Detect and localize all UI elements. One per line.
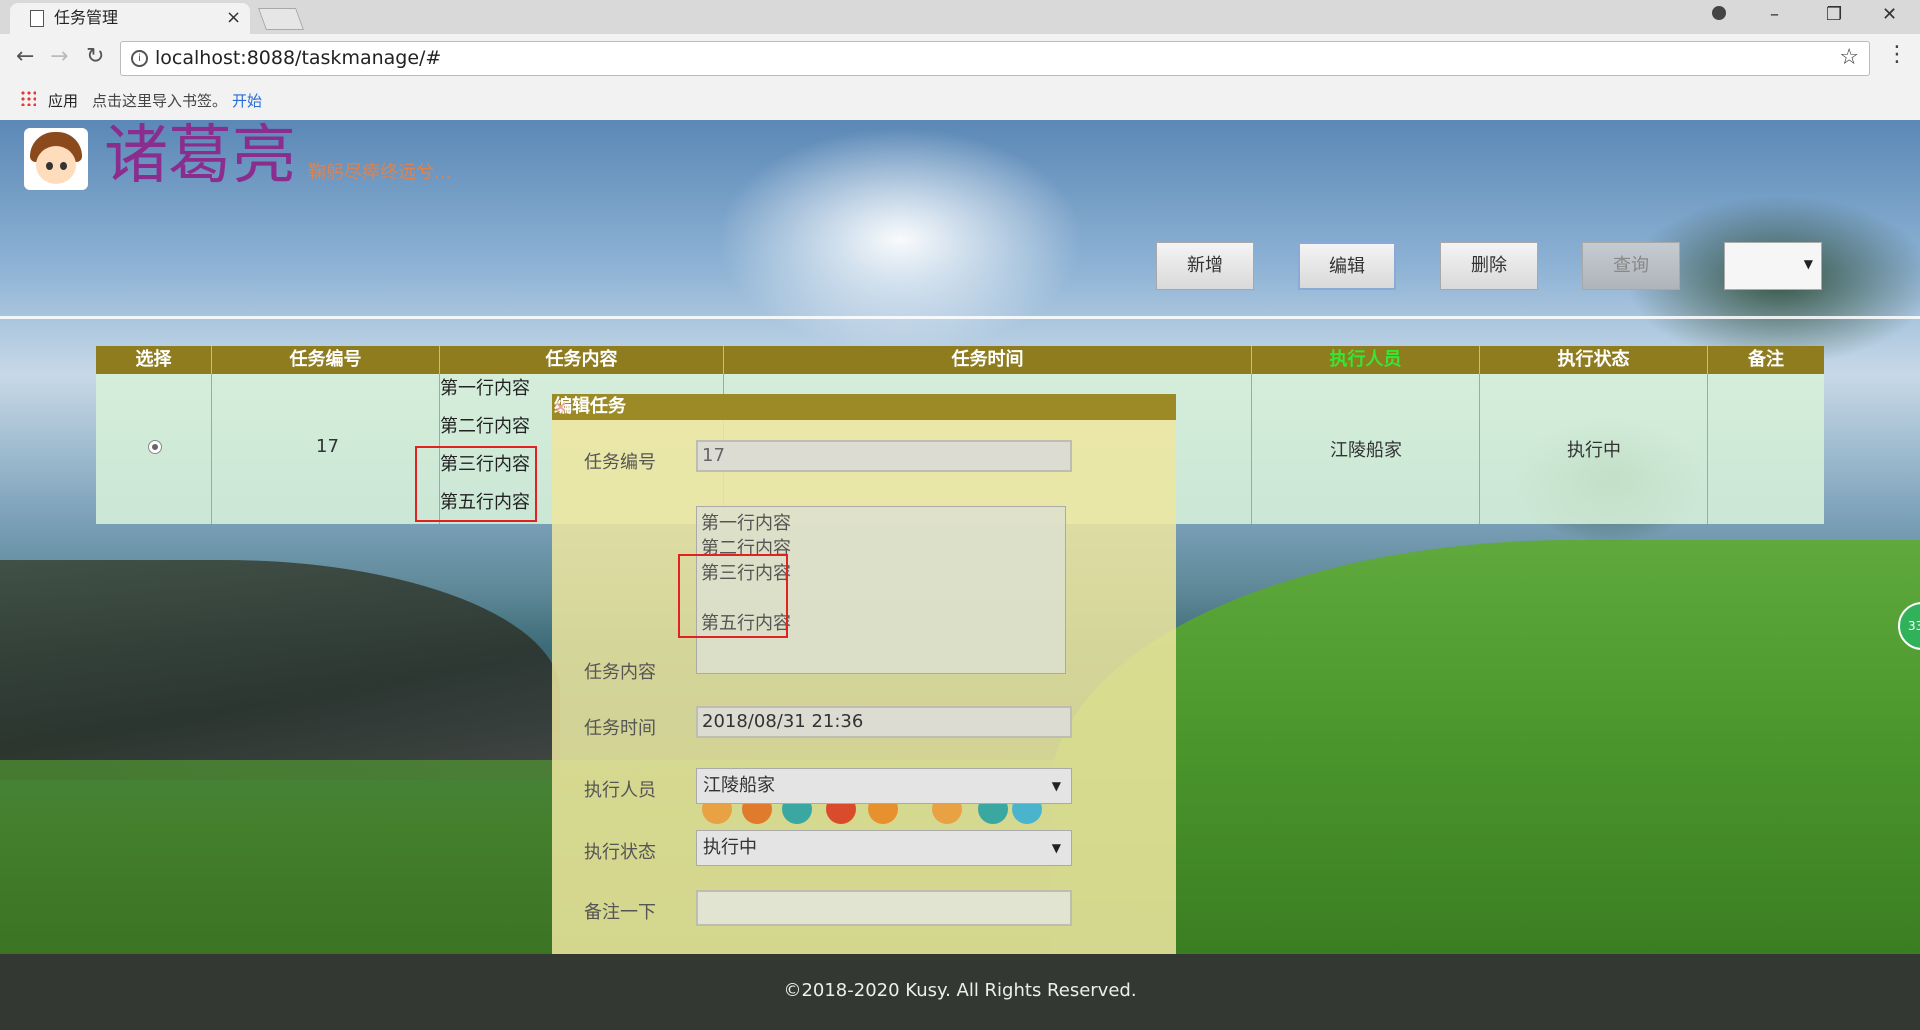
site-title: 诸葛亮 (104, 120, 296, 193)
label-status: 执行状态 (584, 842, 656, 863)
task-status: 执行中 (1567, 440, 1621, 461)
info-icon[interactable]: i (131, 50, 148, 67)
edit-task-dialog: 编辑任务 × 任务编号 17 第一行内容 第二行内容 第三行内容 第五行内容 任… (552, 394, 1176, 954)
page-background: 诸葛亮 鞠躬尽瘁终远兮... 新增 编辑 删除 查询 ▼ 选择 任务编号 任务内… (0, 120, 1920, 1030)
edit-button[interactable]: 编辑 (1298, 242, 1396, 290)
remark-input[interactable] (696, 890, 1072, 926)
col-time: 任务时间 (724, 346, 1252, 374)
star-icon[interactable]: ☆ (1839, 45, 1859, 70)
minimize-icon[interactable]: – (1770, 4, 1779, 25)
cell-id: 17 (212, 374, 440, 524)
label-time: 任务时间 (584, 718, 656, 739)
dropdown-caret-icon: ▼ (1803, 257, 1813, 271)
close-window-icon[interactable]: ✕ (1882, 4, 1897, 25)
bookmark-import[interactable]: 点击这里导入书签。 (92, 90, 227, 111)
address-bar[interactable]: i localhost:8088/taskmanage/# ☆ (120, 41, 1870, 76)
rocks-decoration (0, 560, 560, 780)
browser-tab[interactable]: 任务管理 × (10, 3, 250, 34)
table-header: 选择 任务编号 任务内容 任务时间 执行人员 执行状态 备注 (96, 346, 1824, 374)
cell-remark (1708, 374, 1824, 524)
bookmark-start-link[interactable]: 开始 (232, 90, 262, 111)
tab-title: 任务管理 (54, 8, 119, 27)
status-value: 执行中 (703, 837, 757, 858)
apps-icon[interactable] (20, 90, 36, 106)
url-text: localhost:8088/taskmanage/# (155, 47, 442, 69)
content-line-2: 第二行内容 (440, 416, 530, 437)
task-time-input[interactable]: 2018/08/31 21:36 (696, 706, 1072, 738)
highlight-box-table (415, 446, 537, 522)
page-icon (30, 10, 44, 27)
dropdown-caret-icon: ▼ (1051, 779, 1061, 793)
label-content: 任务内容 (584, 662, 656, 683)
col-remark: 备注 (1748, 349, 1784, 370)
dialog-close-icon[interactable]: × (554, 394, 1162, 420)
content-line-1: 第一行内容 (440, 378, 530, 399)
cell-select (96, 374, 212, 524)
forward-icon[interactable]: → (50, 44, 68, 69)
header-divider (0, 316, 1920, 319)
query-button[interactable]: 查询 (1582, 242, 1680, 290)
row-radio[interactable] (148, 440, 162, 454)
textarea-line-1: 第一行内容 (701, 513, 791, 534)
task-id-input[interactable]: 17 (696, 440, 1072, 472)
browser-toolbar: ← → ↻ i localhost:8088/taskmanage/# ☆ ⋮ (0, 38, 1920, 80)
dialog-titlebar: 编辑任务 × (552, 394, 1176, 420)
task-id: 17 (316, 436, 339, 457)
cell-status: 执行中 (1480, 374, 1708, 524)
cell-executor: 江陵船家 (1252, 374, 1480, 524)
delete-button[interactable]: 删除 (1440, 242, 1538, 290)
page-header: 诸葛亮 鞠躬尽瘁终远兮... 新增 编辑 删除 查询 ▼ (0, 120, 1920, 320)
profile-icon[interactable] (1712, 6, 1726, 20)
filter-select[interactable]: ▼ (1724, 242, 1822, 290)
label-executor: 执行人员 (584, 780, 656, 801)
copyright-text: ©2018-2020 Kusy. All Rights Reserved. (783, 980, 1137, 1001)
col-content: 任务内容 (440, 346, 724, 374)
bookmarks-bar: 应用 点击这里导入书签。 开始 (0, 86, 1920, 116)
col-executor: 执行人员 (1252, 346, 1480, 374)
menu-icon[interactable]: ⋮ (1886, 42, 1908, 67)
page-footer: ©2018-2020 Kusy. All Rights Reserved. (0, 954, 1920, 1030)
executor-select[interactable]: 江陵船家 ▼ (696, 768, 1072, 804)
avatar (24, 128, 88, 190)
restore-icon[interactable]: ❐ (1826, 4, 1842, 25)
bookmark-apps[interactable]: 应用 (48, 90, 78, 111)
col-id: 任务编号 (212, 346, 440, 374)
executor-value: 江陵船家 (703, 775, 775, 796)
label-id: 任务编号 (584, 452, 656, 473)
add-button[interactable]: 新增 (1156, 242, 1254, 290)
col-status: 执行状态 (1480, 346, 1708, 374)
back-icon[interactable]: ← (16, 44, 34, 69)
highlight-box-dialog (678, 554, 788, 638)
label-remark: 备注一下 (584, 902, 656, 923)
dropdown-caret-icon: ▼ (1051, 841, 1061, 855)
site-subtitle: 鞠躬尽瘁终远兮... (308, 162, 452, 183)
close-tab-icon[interactable]: × (226, 7, 241, 28)
status-select[interactable]: 执行中 ▼ (696, 830, 1072, 866)
col-select: 选择 (96, 346, 212, 374)
task-executor: 江陵船家 (1330, 440, 1402, 461)
new-tab-button[interactable] (257, 8, 305, 30)
browser-chrome: 任务管理 × – ❐ ✕ ← → ↻ i localhost:8088/task… (0, 0, 1920, 120)
reload-icon[interactable]: ↻ (86, 44, 104, 69)
tab-strip: 任务管理 × – ❐ ✕ (0, 0, 1920, 34)
